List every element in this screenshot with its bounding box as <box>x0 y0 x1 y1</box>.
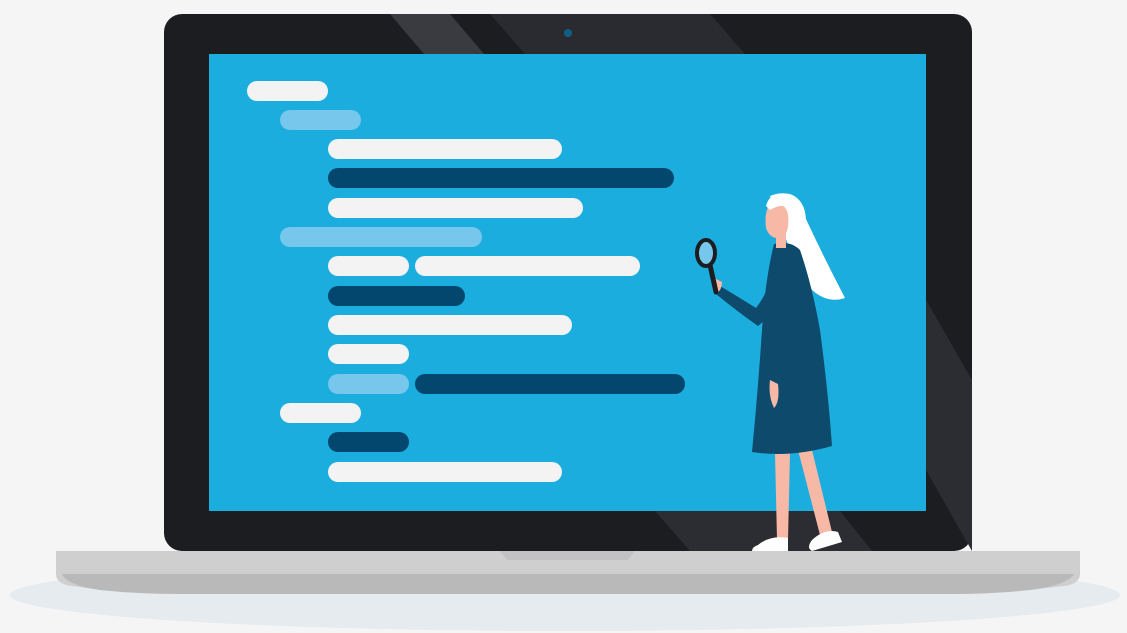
frame-reflection-wide <box>490 14 745 54</box>
laptop-illustration <box>10 14 1120 631</box>
leg-left <box>775 452 790 540</box>
illustration-scene <box>0 0 1127 633</box>
laptop-base <box>56 551 1080 594</box>
trackpad-notch <box>500 551 635 560</box>
camera-icon <box>564 29 572 37</box>
